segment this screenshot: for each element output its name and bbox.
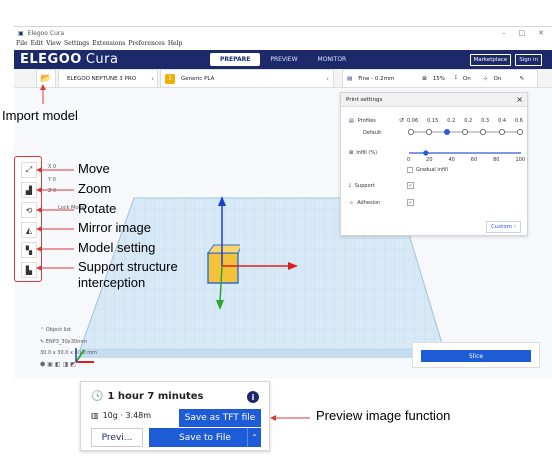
annotation-mirror: Mirror image (78, 220, 151, 235)
annotation-zoom: Zoom (78, 181, 112, 196)
annotation-rotate: Rotate (78, 201, 117, 216)
annotation-import-model: Import model (2, 108, 78, 123)
annotation-support-line1: Support structure (78, 259, 178, 274)
annotation-support-line2: interception (78, 275, 146, 290)
annotation-move: Move (78, 161, 110, 176)
annotation-preview-function: Preview image function (316, 408, 451, 423)
annotation-model-setting: Model setting (78, 240, 156, 255)
